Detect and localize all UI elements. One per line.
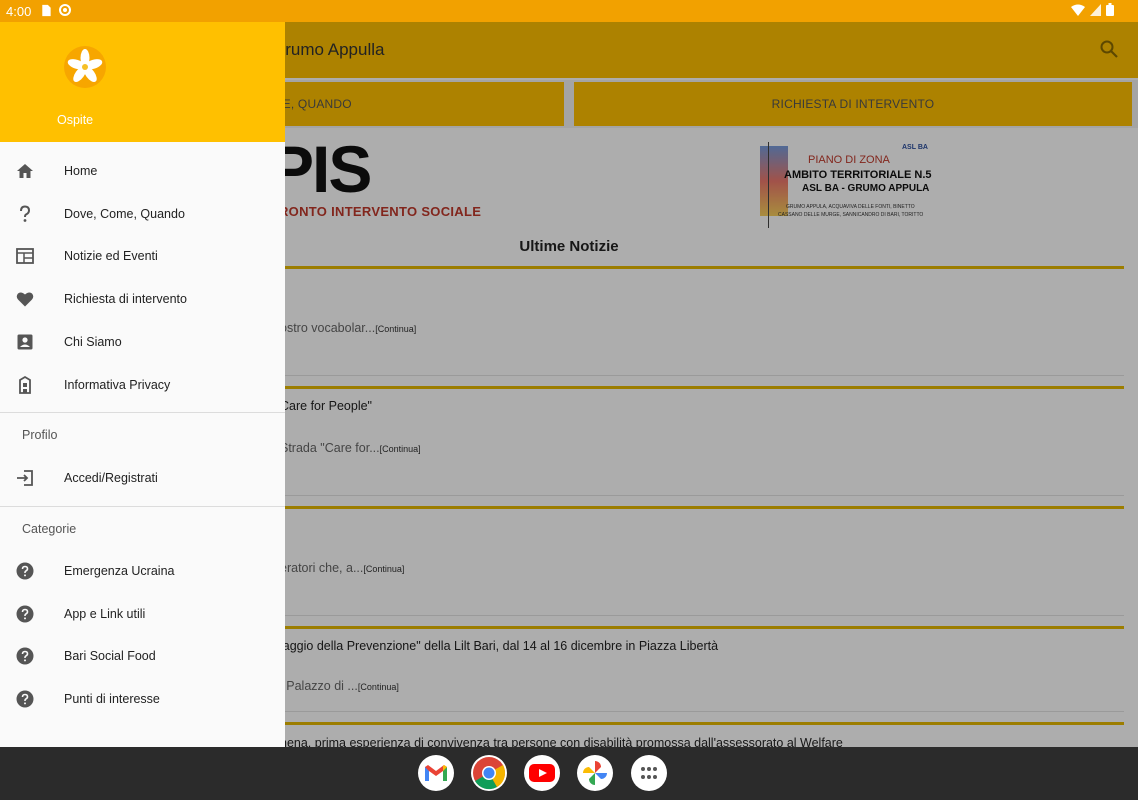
wifi-icon bbox=[1071, 4, 1085, 16]
signal-icon bbox=[1090, 3, 1101, 16]
photos-icon[interactable] bbox=[577, 755, 613, 791]
news-icon bbox=[16, 248, 34, 264]
chrome-icon[interactable] bbox=[471, 755, 507, 791]
sim-card-icon bbox=[42, 4, 51, 17]
privacy-icon bbox=[19, 375, 31, 394]
drawer-item-dove-come-quando[interactable]: Dove, Come, Quando bbox=[0, 193, 285, 235]
drawer-item-bari-social-food[interactable]: Bari Social Food bbox=[0, 635, 285, 677]
photos-glyph bbox=[583, 761, 607, 785]
flower-logo-icon bbox=[67, 49, 103, 83]
status-time: 4:00 bbox=[6, 4, 32, 19]
drawer-item-app-link-utili[interactable]: App e Link utili bbox=[0, 593, 285, 635]
drawer-divider bbox=[0, 412, 285, 413]
drawer-item-label: Richiesta di intervento bbox=[64, 292, 187, 306]
youtube-icon[interactable] bbox=[524, 755, 560, 791]
navigation-drawer: Ospite Home Dove, Come, Quando Notizie e… bbox=[0, 22, 285, 747]
gmail-icon[interactable] bbox=[418, 755, 454, 791]
app-drawer-glyph bbox=[641, 767, 657, 779]
chrome-glyph bbox=[473, 757, 506, 790]
drawer-divider bbox=[0, 506, 285, 507]
drawer-item-accedi-registrati[interactable]: Accedi/Registrati bbox=[0, 457, 285, 499]
system-nav-bar bbox=[0, 747, 1138, 800]
help-circle-icon bbox=[16, 690, 34, 708]
heart-icon bbox=[16, 292, 34, 307]
drawer-item-home[interactable]: Home bbox=[0, 150, 285, 192]
drawer-item-label: Informativa Privacy bbox=[64, 378, 171, 392]
section-header-profilo: Profilo bbox=[22, 428, 58, 442]
avatar bbox=[64, 46, 106, 88]
youtube-glyph bbox=[529, 764, 555, 782]
drawer-header: Ospite bbox=[0, 22, 285, 142]
settings-sync-icon bbox=[59, 4, 71, 16]
drawer-item-punti-interesse[interactable]: Punti di interesse bbox=[0, 678, 285, 720]
drawer-item-emergenza-ucraina[interactable]: Emergenza Ucraina bbox=[0, 550, 285, 592]
help-circle-icon bbox=[16, 562, 34, 580]
drawer-item-label: Punti di interesse bbox=[64, 692, 160, 706]
help-circle-icon bbox=[16, 605, 34, 623]
home-icon bbox=[17, 164, 33, 178]
app-drawer-icon[interactable] bbox=[631, 755, 667, 791]
drawer-item-informativa-privacy[interactable]: Informativa Privacy bbox=[0, 364, 285, 406]
help-circle-icon bbox=[16, 647, 34, 665]
drawer-item-label: Emergenza Ucraina bbox=[64, 564, 175, 578]
status-bar: 4:00 bbox=[0, 0, 1138, 22]
drawer-item-label: Notizie ed Eventi bbox=[64, 249, 158, 263]
drawer-item-label: Accedi/Registrati bbox=[64, 471, 158, 485]
section-header-categorie: Categorie bbox=[22, 522, 77, 536]
login-icon bbox=[17, 470, 33, 486]
drawer-item-label: Dove, Come, Quando bbox=[64, 207, 185, 221]
gmail-glyph bbox=[425, 765, 447, 781]
question-icon bbox=[20, 205, 31, 222]
drawer-item-label: Home bbox=[64, 164, 98, 178]
user-name: Ospite bbox=[57, 113, 94, 127]
drawer-item-label: Bari Social Food bbox=[64, 649, 156, 663]
drawer-item-richiesta-intervento[interactable]: Richiesta di intervento bbox=[0, 278, 285, 320]
contact-icon bbox=[17, 334, 33, 350]
drawer-item-notizie-eventi[interactable]: Notizie ed Eventi bbox=[0, 235, 285, 277]
drawer-item-label: App e Link utili bbox=[64, 607, 146, 621]
drawer-item-chi-siamo[interactable]: Chi Siamo bbox=[0, 321, 285, 363]
battery-icon bbox=[1106, 3, 1114, 16]
drawer-item-label: Chi Siamo bbox=[64, 335, 122, 349]
